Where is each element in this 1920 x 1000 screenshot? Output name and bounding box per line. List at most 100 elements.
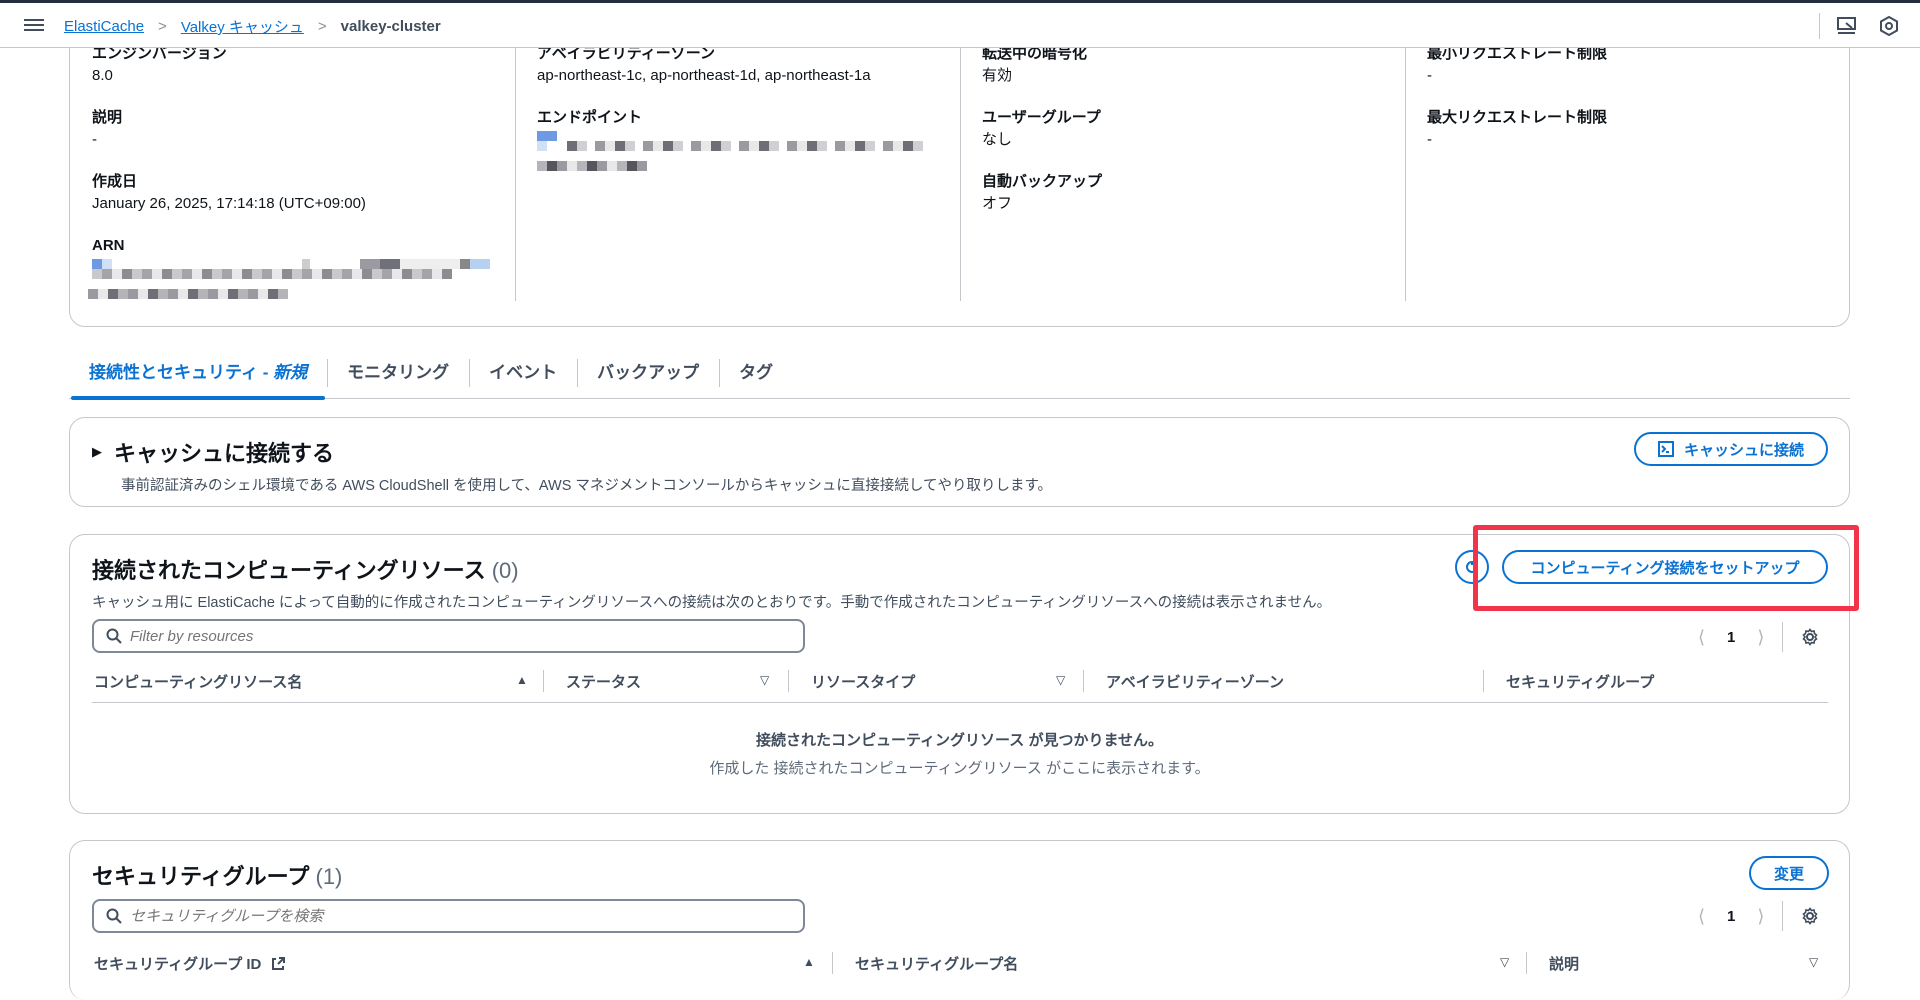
connect-to-cache-label: キャッシュに接続 [1683, 441, 1804, 459]
compute-pagination: ⟨ 1 ⟩ [1698, 622, 1819, 652]
sort-ascending-icon[interactable]: ▲ [516, 673, 528, 687]
description-value: - [92, 131, 97, 148]
compute-resources-title: 接続されたコンピューティングリソース (0) [92, 553, 519, 585]
sort-descending-icon[interactable]: ▽ [1500, 955, 1509, 969]
setup-compute-connection-button[interactable]: コンピューティング接続をセットアップ [1502, 550, 1828, 584]
breadcrumb-valkey-cache[interactable]: Valkey キャッシュ [181, 16, 304, 37]
table-header-divider [92, 702, 1828, 703]
details-column-1: エンジンバージョン 8.0 説明 - 作成日 January 26, 2025, 17… [88, 43, 512, 306]
gear-icon[interactable] [1801, 907, 1819, 925]
connect-cache-title: キャッシュに接続する [114, 441, 335, 466]
column-divider [1083, 670, 1084, 692]
previous-page-icon[interactable]: ⟨ [1698, 906, 1705, 927]
security-groups-card: セキュリティグループ (1) 変更 ⟨ 1 ⟩ セキュリティグループ ID ▲ … [69, 840, 1850, 1000]
security-groups-count: (1) [315, 864, 343, 889]
column-divider [1483, 670, 1484, 692]
external-link-icon [272, 956, 286, 970]
column-divider [543, 670, 544, 692]
endpoint-redacted-value [537, 131, 937, 151]
breadcrumb-current: valkey-cluster [340, 18, 441, 35]
settings-hexagon-icon[interactable] [1878, 15, 1900, 37]
next-page-icon[interactable]: ⟩ [1757, 627, 1764, 648]
column-divider [832, 952, 833, 974]
compute-count: (0) [491, 558, 519, 583]
caret-right-icon: ▶ [92, 444, 102, 459]
search-icon [106, 908, 122, 924]
chevron-right-icon: > [158, 18, 167, 35]
security-group-search-input[interactable] [130, 907, 758, 925]
modify-button[interactable]: 変更 [1749, 856, 1829, 890]
current-page[interactable]: 1 [1727, 629, 1735, 646]
user-group-value: なし [982, 131, 1013, 148]
previous-page-icon[interactable]: ⟨ [1698, 627, 1705, 648]
arn-label: ARN [92, 237, 125, 254]
top-navigation: ElastiCache > Valkey キャッシュ > valkey-clus… [0, 0, 1920, 48]
auto-backup-value: オフ [982, 195, 1013, 212]
arn-redacted-value [92, 259, 492, 279]
column-header-availability-zone[interactable]: アベイラビリティーゾーン [1106, 671, 1284, 692]
menu-icon[interactable] [24, 16, 44, 34]
security-groups-title-text: セキュリティグループ [92, 864, 310, 889]
compute-search-field[interactable] [92, 619, 805, 653]
security-group-search-field[interactable] [92, 899, 805, 933]
empty-state-title: 接続されたコンピューティングリソース が見つかりません。 [755, 732, 1164, 749]
empty-state-description: 作成した 接続されたコンピューティングリソース がここに表示されます。 [709, 760, 1210, 777]
breadcrumb: ElastiCache > Valkey キャッシュ > valkey-clus… [64, 16, 441, 37]
refresh-button[interactable] [1455, 550, 1489, 584]
security-groups-pagination: ⟨ 1 ⟩ [1698, 901, 1819, 931]
tab-monitoring[interactable]: モニタリング [327, 355, 469, 399]
sort-ascending-icon[interactable]: ▲ [803, 955, 815, 969]
column-header-text: セキュリティグループ ID [94, 956, 262, 973]
column-header-security-group-name[interactable]: セキュリティグループ名 [855, 953, 1018, 974]
max-request-rate-value: - [1427, 131, 1432, 148]
terminal-icon [1657, 441, 1674, 457]
cluster-details-card: エンジンバージョン 8.0 説明 - 作成日 January 26, 2025, 17… [69, 0, 1850, 327]
tab-label: 接続性とセキュリティ - [89, 363, 274, 382]
tab-backups[interactable]: バックアップ [577, 355, 719, 399]
endpoint-redacted-value-2 [537, 161, 960, 171]
tab-list: 接続性とセキュリティ - 新規 モニタリング イベント バックアップ タグ [69, 355, 1850, 400]
min-request-rate-value: - [1427, 67, 1432, 84]
next-page-icon[interactable]: ⟩ [1757, 906, 1764, 927]
max-request-rate-label: 最大リクエストレート制限 [1427, 109, 1608, 126]
sort-descending-icon[interactable]: ▽ [1056, 673, 1065, 687]
sort-descending-icon[interactable]: ▽ [760, 673, 769, 687]
arn-redacted-value-2 [88, 289, 512, 299]
divider [1819, 12, 1820, 39]
auto-backup-label: 自動バックアップ [982, 173, 1103, 190]
description-label: 説明 [92, 109, 123, 126]
compute-resources-description: キャッシュ用に ElastiCache によって自動的に作成されたコンピューティ… [92, 595, 1332, 611]
gear-icon[interactable] [1801, 628, 1819, 646]
column-header-resource-name[interactable]: コンピューティングリソース名 [94, 671, 302, 692]
current-page[interactable]: 1 [1727, 908, 1735, 925]
compute-title-text: 接続されたコンピューティングリソース [92, 558, 486, 583]
tab-events[interactable]: イベント [469, 355, 577, 399]
user-group-label: ユーザーグループ [982, 109, 1101, 126]
created-value: January 26, 2025, 17:14:18 (UTC+09:00) [92, 195, 366, 212]
sort-descending-icon[interactable]: ▽ [1809, 955, 1818, 969]
column-divider [1526, 952, 1527, 974]
availability-zone-value: ap-northeast-1c, ap-northeast-1d, ap-nor… [537, 67, 871, 84]
column-header-security-group-id[interactable]: セキュリティグループ ID [94, 953, 286, 974]
connect-cache-expander[interactable]: ▶ キャッシュに接続する [92, 436, 334, 468]
encryption-in-transit-value: 有効 [982, 67, 1013, 84]
endpoint-label: エンドポイント [537, 109, 643, 126]
tab-tags[interactable]: タグ [719, 355, 793, 399]
column-header-resource-type[interactable]: リソースタイプ [811, 671, 915, 692]
compute-search-input[interactable] [130, 627, 758, 645]
compute-resources-card: 接続されたコンピューティングリソース (0) キャッシュ用に ElastiCac… [69, 534, 1850, 814]
column-header-status[interactable]: ステータス [566, 671, 641, 692]
created-label: 作成日 [92, 173, 138, 190]
divider [1782, 901, 1784, 931]
connect-to-cache-button[interactable]: キャッシュに接続 [1634, 432, 1828, 466]
chevron-right-icon: > [317, 18, 327, 35]
breadcrumb-elasticache[interactable]: ElastiCache [64, 18, 144, 35]
divider [1782, 622, 1784, 652]
tab-new-badge: 新規 [273, 363, 308, 382]
column-header-description[interactable]: 説明 [1549, 953, 1579, 974]
screen-tool-icon[interactable] [1836, 15, 1858, 37]
column-header-security-group[interactable]: セキュリティグループ [1506, 671, 1654, 692]
tab-connectivity-security[interactable]: 接続性とセキュリティ - 新規 [69, 355, 327, 400]
search-icon [106, 628, 122, 644]
column-divider [788, 670, 789, 692]
